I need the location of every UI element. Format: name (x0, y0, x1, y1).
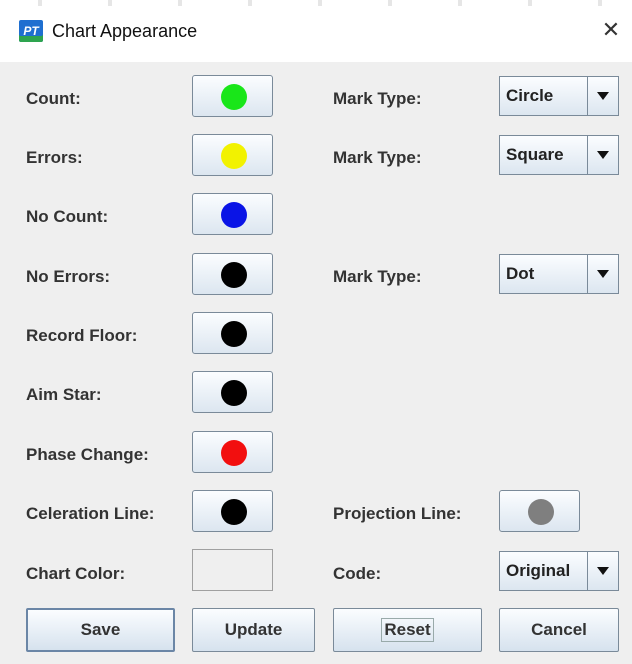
update-button[interactable]: Update (192, 608, 315, 652)
phase-change-color-swatch (221, 440, 247, 466)
cancel-button[interactable]: Cancel (499, 608, 619, 652)
no-errors-mark-type-value: Dot (506, 264, 535, 283)
count-color-button[interactable] (192, 75, 273, 117)
code-select[interactable]: Original (499, 551, 619, 591)
record-floor-label: Record Floor: (26, 326, 138, 345)
chevron-down-icon (587, 77, 618, 115)
celeration-line-label: Celeration Line: (26, 504, 155, 523)
no-errors-color-button[interactable] (192, 253, 273, 295)
dialog-body: Count: Mark Type: Circle Errors: Mark Ty… (0, 62, 632, 664)
save-button[interactable]: Save (26, 608, 175, 652)
errors-label: Errors: (26, 148, 83, 167)
celeration-line-color-button[interactable] (192, 490, 273, 532)
celeration-line-color-swatch (221, 499, 247, 525)
count-color-swatch (221, 84, 247, 110)
background-strip (0, 0, 632, 6)
errors-mark-type-label: Mark Type: (333, 148, 422, 167)
no-count-label: No Count: (26, 207, 109, 226)
reset-button[interactable]: Reset (333, 608, 482, 652)
aim-star-color-button[interactable] (192, 371, 273, 413)
no-errors-color-swatch (221, 262, 247, 288)
no-errors-mark-type-select[interactable]: Dot (499, 254, 619, 294)
phase-change-label: Phase Change: (26, 445, 149, 464)
code-value: Original (506, 561, 571, 580)
chevron-down-icon (587, 136, 618, 174)
no-errors-label: No Errors: (26, 267, 111, 286)
chart-color-button[interactable] (192, 549, 273, 591)
no-count-color-button[interactable] (192, 193, 273, 235)
count-mark-type-select[interactable]: Circle (499, 76, 619, 116)
record-floor-color-button[interactable] (192, 312, 273, 354)
errors-mark-type-select[interactable]: Square (499, 135, 619, 175)
aim-star-color-swatch (221, 380, 247, 406)
projection-line-color-swatch (528, 499, 554, 525)
count-label: Count: (26, 89, 81, 108)
count-mark-type-label: Mark Type: (333, 89, 422, 108)
aim-star-label: Aim Star: (26, 385, 102, 404)
errors-mark-type-value: Square (506, 145, 564, 164)
title-bar: PT Chart Appearance ✕ (0, 0, 632, 62)
chevron-down-icon (587, 552, 618, 590)
chevron-down-icon (587, 255, 618, 293)
errors-color-button[interactable] (192, 134, 273, 176)
no-count-color-swatch (221, 202, 247, 228)
count-mark-type-value: Circle (506, 86, 554, 105)
app-icon: PT (19, 20, 43, 42)
phase-change-color-button[interactable] (192, 431, 273, 473)
no-errors-mark-type-label: Mark Type: (333, 267, 422, 286)
record-floor-color-swatch (221, 321, 247, 347)
code-label: Code: (333, 564, 382, 583)
projection-line-color-button[interactable] (499, 490, 580, 532)
window-title: Chart Appearance (52, 21, 198, 41)
chart-color-label: Chart Color: (26, 564, 126, 583)
errors-color-swatch (221, 143, 247, 169)
reset-button-label: Reset (381, 618, 434, 642)
close-icon[interactable]: ✕ (594, 14, 628, 48)
projection-line-label: Projection Line: (333, 504, 462, 523)
